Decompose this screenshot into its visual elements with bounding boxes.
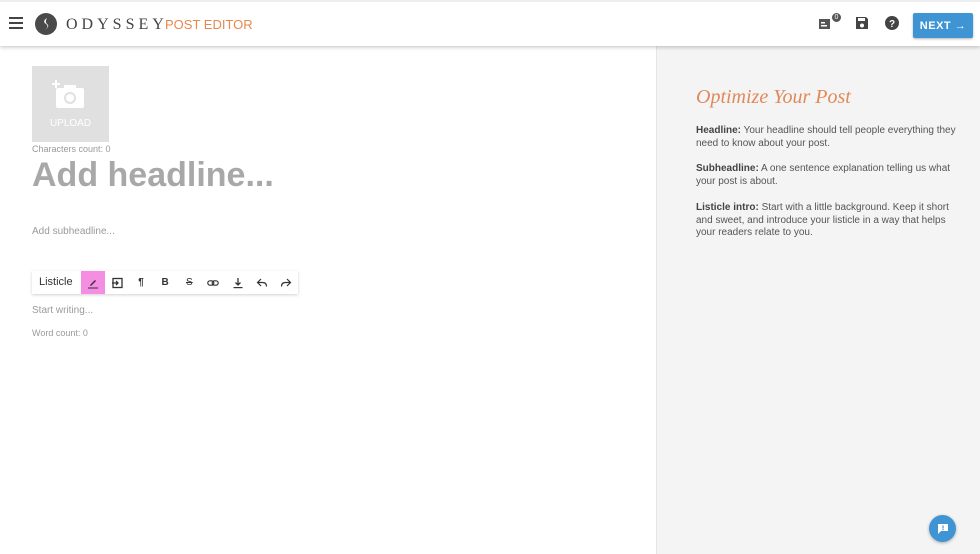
tip-listicle-intro: Listicle intro: Start with a little back…: [696, 202, 956, 240]
tip-label: Subheadline:: [696, 163, 759, 174]
tip-label: Headline:: [696, 125, 742, 136]
arrow-right-icon: →: [954, 19, 967, 32]
word-count: Word count: 0: [32, 328, 88, 338]
headline-input[interactable]: Add headline...: [32, 156, 274, 195]
drafts-count-badge: 0: [831, 12, 842, 23]
paragraph-icon: ¶: [138, 277, 144, 288]
subheadline-input[interactable]: Add subheadline...: [32, 226, 115, 237]
help-button[interactable]: ?: [885, 16, 903, 34]
brand-name[interactable]: ODYSSEY: [66, 16, 168, 34]
tip-headline: Headline: Your headline should tell peop…: [696, 125, 956, 150]
feedback-chat-button[interactable]: [929, 515, 956, 542]
odyssey-logo-icon[interactable]: [35, 13, 57, 35]
top-bar: ODYSSEY POST EDITOR 0 ? NEXT →: [0, 0, 980, 46]
tips-panel: Optimize Your Post Headline: Your headli…: [656, 46, 980, 554]
insert-button[interactable]: [105, 271, 129, 294]
tips-title: Optimize Your Post: [696, 86, 851, 108]
characters-count: Characters count: 0: [32, 144, 111, 154]
editor-area: UPLOAD Characters count: 0 Add headline.…: [0, 46, 656, 554]
tip-subheadline: Subheadline: A one sentence explanation …: [696, 163, 956, 188]
download-icon: [233, 277, 243, 288]
save-button[interactable]: [855, 16, 873, 34]
strikethrough-icon: S: [185, 277, 193, 288]
clear-format-button[interactable]: [226, 271, 250, 294]
help-icon: ?: [885, 16, 899, 30]
block-type-select[interactable]: Listicle: [32, 271, 81, 294]
insert-icon: [111, 277, 123, 288]
undo-button[interactable]: [250, 271, 274, 294]
link-button[interactable]: [201, 271, 225, 294]
upload-image-button[interactable]: UPLOAD: [32, 66, 109, 142]
next-label: NEXT: [919, 19, 952, 32]
next-button[interactable]: NEXT →: [913, 13, 973, 38]
bold-icon: B: [161, 277, 169, 288]
add-photo-icon: [52, 80, 84, 108]
paragraph-button[interactable]: ¶: [129, 271, 153, 294]
tip-label: Listicle intro:: [696, 202, 759, 213]
pen-icon: [87, 279, 98, 288]
redo-button[interactable]: [274, 271, 298, 294]
svg-text:?: ?: [889, 19, 895, 30]
save-icon: [856, 17, 868, 29]
format-toolbar: Listicle ¶ B S: [32, 271, 298, 294]
feedback-icon: [937, 523, 948, 534]
highlight-button[interactable]: [80, 271, 105, 294]
undo-icon: [256, 278, 267, 287]
drafts-button[interactable]: 0: [818, 12, 842, 34]
strikethrough-button[interactable]: S: [177, 271, 201, 294]
menu-icon[interactable]: [9, 17, 23, 29]
drafts-icon: [819, 19, 830, 29]
bold-button[interactable]: B: [153, 271, 177, 294]
upload-label: UPLOAD: [49, 118, 92, 129]
body-input[interactable]: Start writing...: [32, 305, 93, 316]
link-icon: [207, 279, 220, 286]
redo-icon: [280, 278, 292, 287]
page-title: POST EDITOR: [165, 17, 253, 32]
